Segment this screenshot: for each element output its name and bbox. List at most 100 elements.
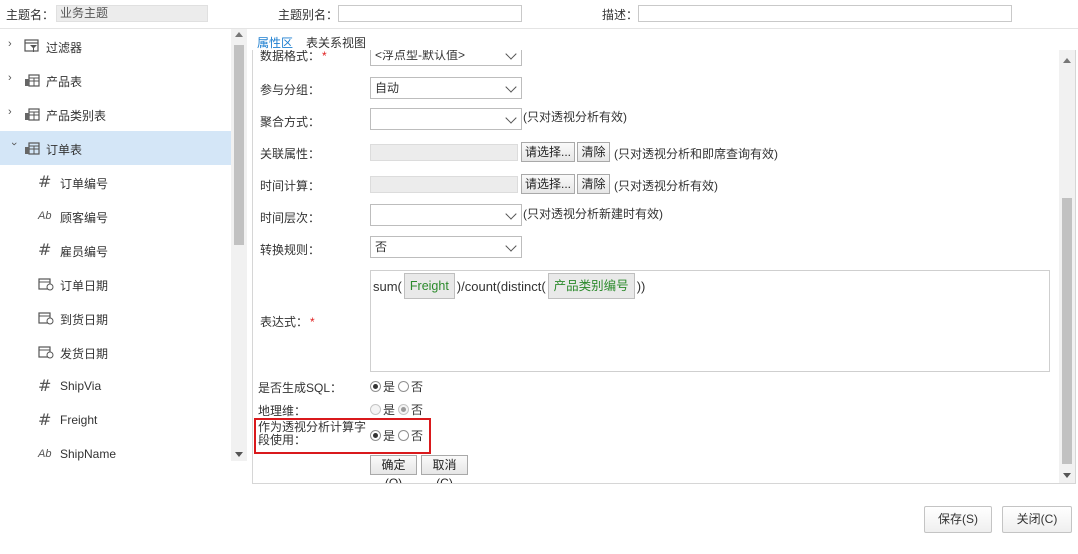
- radio-button[interactable]: [370, 381, 381, 392]
- scrollbar-thumb[interactable]: [234, 45, 244, 245]
- scroll-down-arrow-icon[interactable]: [235, 452, 243, 457]
- tree-field-item[interactable]: # Freight: [0, 403, 231, 437]
- tree-item-product-table[interactable]: › 产品表: [0, 63, 231, 97]
- generate-sql-no-option[interactable]: 否: [398, 378, 423, 395]
- tree-item-label: Freight: [60, 413, 98, 427]
- topic-name-label: 主题名：: [6, 8, 55, 22]
- data-format-value: <浮点型-默认值>: [375, 50, 466, 62]
- property-panel-scrollbar[interactable]: [1059, 50, 1075, 483]
- radio-button[interactable]: [398, 381, 410, 392]
- tree-item-label: 订单表: [46, 143, 83, 157]
- related-attribute-label: 关联属性：: [260, 147, 321, 161]
- time-calc-field: [370, 176, 518, 193]
- chevron-down-icon: [505, 50, 517, 60]
- scrollbar-thumb[interactable]: [1062, 198, 1072, 464]
- geo-dimension-label: 地理维：: [258, 404, 307, 418]
- tree-field-item[interactable]: 发货日期: [0, 335, 231, 369]
- grouping-label: 参与分组：: [260, 83, 321, 97]
- cancel-button[interactable]: 取消(C): [421, 455, 468, 483]
- generate-sql-label: 是否生成SQL：: [258, 381, 343, 395]
- tree-item-label: 订单日期: [60, 279, 109, 293]
- tree-item-category-table[interactable]: › 产品类别表: [0, 97, 231, 131]
- grouping-select[interactable]: 自动: [370, 77, 522, 99]
- tree-item-label: 发货日期: [60, 347, 109, 361]
- expression-field-chip[interactable]: Freight: [403, 273, 455, 299]
- geo-dimension-radio-group: 是 否: [370, 401, 426, 418]
- topic-alias-input[interactable]: [338, 5, 522, 22]
- geo-dimension-no-option: 否: [398, 401, 423, 418]
- expression-text: sum(: [373, 278, 402, 294]
- scroll-up-arrow-icon[interactable]: [1063, 58, 1071, 63]
- tree-item-label: 过滤器: [46, 41, 83, 55]
- tree-scrollbar[interactable]: [231, 29, 247, 461]
- tree-field-item[interactable]: # 雇员编号: [0, 233, 231, 267]
- related-attribute-choose-button[interactable]: 请选择...: [521, 142, 575, 162]
- tree-item-filter[interactable]: › 过滤器: [0, 29, 231, 63]
- time-level-note: (只对透视分析新建时有效): [523, 207, 663, 221]
- expand-chevron-icon[interactable]: ›: [8, 38, 18, 50]
- close-button[interactable]: 关闭(C): [1002, 506, 1072, 533]
- time-calc-choose-button[interactable]: 请选择...: [521, 174, 575, 194]
- aggregation-select[interactable]: [370, 108, 522, 130]
- convert-rule-value: 否: [375, 240, 388, 254]
- chevron-down-icon: [505, 240, 517, 252]
- expression-content: sum( Freight )/count(distinct( 产品类别编号 )): [373, 273, 645, 299]
- tree-item-label: 顾客编号: [60, 211, 109, 225]
- expression-field-chip[interactable]: 产品类别编号: [547, 273, 635, 299]
- tree-item-label: ShipVia: [60, 379, 102, 393]
- number-field-icon: #: [38, 376, 52, 395]
- data-format-select[interactable]: <浮点型-默认值>: [370, 50, 522, 66]
- time-calc-clear-button[interactable]: 清除: [577, 174, 610, 194]
- save-button[interactable]: 保存(S): [924, 506, 992, 533]
- collapse-chevron-icon[interactable]: ›: [8, 142, 20, 152]
- scroll-up-arrow-icon[interactable]: [235, 32, 243, 37]
- tree-item-label: 订单编号: [60, 177, 109, 191]
- time-level-select[interactable]: [370, 204, 522, 226]
- expand-chevron-icon[interactable]: ›: [8, 72, 18, 84]
- data-format-label: 数据格式： *: [260, 50, 327, 63]
- convert-rule-label: 转换规则：: [260, 243, 321, 257]
- aggregation-note: (只对透视分析有效): [523, 110, 627, 124]
- scroll-down-arrow-icon[interactable]: [1063, 473, 1071, 478]
- option-label: 是: [383, 380, 396, 394]
- related-attribute-note: (只对透视分析和即席查询有效): [614, 147, 778, 161]
- expression-editor[interactable]: sum( Freight )/count(distinct( 产品类别编号 )): [370, 270, 1050, 372]
- tree-field-item[interactable]: # 订单编号: [0, 165, 231, 199]
- description-input[interactable]: [638, 5, 1012, 22]
- tab-table-relations[interactable]: 表关系视图: [306, 34, 366, 51]
- related-attribute-clear-button[interactable]: 清除: [577, 142, 610, 162]
- tree-field-item[interactable]: 到货日期: [0, 301, 231, 335]
- date-field-icon: [38, 278, 54, 291]
- text-field-icon: Ab: [38, 210, 52, 222]
- text-field-icon: Ab: [38, 448, 52, 460]
- tree-item-label: ShipName: [60, 447, 117, 461]
- tree-item-label: 到货日期: [60, 313, 109, 327]
- tree-item-orders-table[interactable]: › 订单表: [0, 131, 231, 165]
- geo-dimension-yes-option: 是: [370, 401, 395, 418]
- tree-field-item[interactable]: Ab ShipName: [0, 437, 231, 461]
- date-field-icon: [38, 312, 54, 325]
- table-icon: [25, 142, 40, 155]
- tree-field-item[interactable]: Ab 顾客编号: [0, 199, 231, 233]
- confirm-button[interactable]: 确定(O): [370, 455, 417, 483]
- expression-text: )): [636, 278, 646, 294]
- number-field-icon: #: [38, 172, 52, 191]
- option-label: 否: [411, 403, 424, 417]
- topic-alias-label: 主题别名：: [278, 8, 339, 22]
- tree-field-item[interactable]: # ShipVia: [0, 369, 231, 403]
- number-field-icon: #: [38, 410, 52, 429]
- expand-chevron-icon[interactable]: ›: [8, 106, 18, 118]
- convert-rule-select[interactable]: 否: [370, 236, 522, 258]
- chevron-down-icon: [505, 208, 517, 220]
- grouping-value: 自动: [375, 81, 400, 95]
- date-field-icon: [38, 346, 54, 359]
- tab-properties[interactable]: 属性区: [257, 34, 293, 51]
- tree-field-item[interactable]: 订单日期: [0, 267, 231, 301]
- table-icon: [25, 108, 40, 121]
- description-label: 描述：: [602, 8, 639, 22]
- time-level-label: 时间层次：: [260, 211, 321, 225]
- generate-sql-yes-option[interactable]: 是: [370, 378, 395, 395]
- tree-list: › 过滤器 › 产品表 › 产品类别表 › 订单表 # 订单编号 Ab 顾客编号…: [0, 29, 231, 461]
- tree-item-label: 雇员编号: [60, 245, 109, 259]
- aggregation-label: 聚合方式：: [260, 115, 321, 129]
